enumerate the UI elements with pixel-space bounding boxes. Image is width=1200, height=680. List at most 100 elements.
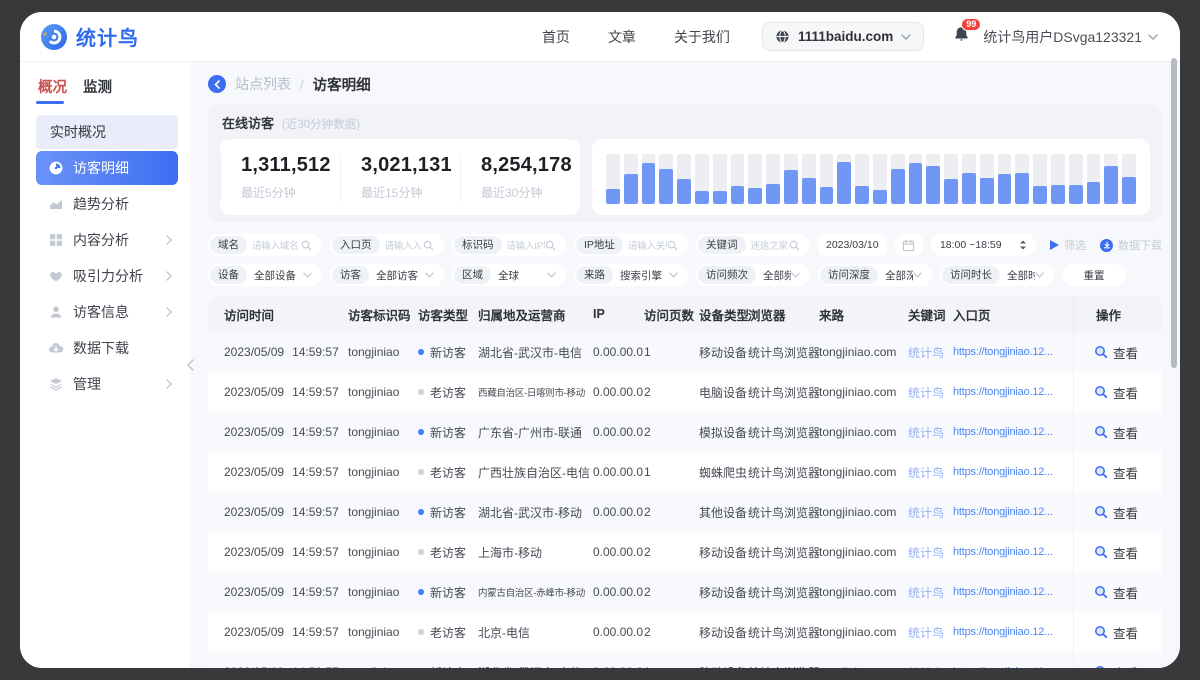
filter-label: 入口页: [332, 236, 380, 254]
table-row[interactable]: 2023/05/09 14:59:57 tongjiniao 新访客 湖北省-武…: [208, 652, 1162, 668]
filter-select-pill[interactable]: 来路 搜索引擎: [574, 264, 688, 286]
site-selector[interactable]: 1111baidu.com: [762, 22, 924, 51]
date-filter[interactable]: 2023/03/10: [818, 234, 887, 256]
column-header: IP: [593, 296, 644, 332]
view-button[interactable]: 查看: [1094, 423, 1138, 442]
cell-entry-link[interactable]: https://tongjiniao.12...: [953, 666, 1073, 668]
cell-entry-link[interactable]: https://tongjiniao.12...: [953, 626, 1073, 638]
sidebar-menu: 实时概况 访客明细 趋势分析 内容分析 吸引力分析: [36, 115, 178, 401]
cell-keyword-link[interactable]: 统计鸟: [908, 384, 953, 401]
cell-entry-link[interactable]: https://tongjiniao.12...: [953, 546, 1073, 558]
filter-search-pill[interactable]: IP地址 请输入关键词: [574, 234, 688, 256]
view-button[interactable]: 查看: [1094, 343, 1138, 362]
back-button[interactable]: [208, 75, 226, 93]
cell-entry-link[interactable]: https://tongjiniao.12...: [953, 426, 1073, 438]
filter-select-pill[interactable]: 访问频次 全部频次: [696, 264, 810, 286]
table-row[interactable]: 2023/05/09 14:59:57 tongjiniao 老访客 北京-电信…: [208, 612, 1162, 652]
filter-select-pill[interactable]: 区域 全球: [452, 264, 566, 286]
chart-bar-fill: [1069, 185, 1083, 205]
cell-entry-link[interactable]: https://tongjiniao.12...: [953, 506, 1073, 518]
visit-date: 2023/05/09: [224, 505, 284, 519]
sidebar-item-realtime-overview[interactable]: 实时概况: [36, 115, 178, 149]
table-row[interactable]: 2023/05/09 14:59:57 tongjiniao 老访客 上海市-移…: [208, 532, 1162, 572]
sidebar-item-content-analysis[interactable]: 内容分析: [36, 223, 178, 257]
chart-bar: [1015, 154, 1029, 204]
cell-entry-link[interactable]: https://tongjiniao.12...: [953, 466, 1073, 478]
filter-select-pill[interactable]: 访客 全部访客: [330, 264, 444, 286]
chart-bar: [855, 154, 869, 204]
cell-visit-time: 2023/05/09 14:59:57: [224, 585, 348, 599]
notifications-bell[interactable]: 99: [952, 25, 971, 49]
tab-monitor[interactable]: 监测: [83, 76, 112, 97]
cell-keyword-link[interactable]: 统计鸟: [908, 424, 953, 441]
sidebar-item-manage[interactable]: 管理: [36, 367, 178, 401]
cell-visitor-type: 老访客: [418, 464, 478, 481]
sidebar-item-visitor-detail[interactable]: 访客明细: [36, 151, 178, 185]
filter-search-pill[interactable]: 关键词 迷途之家早的...: [696, 234, 810, 256]
sidebar-item-trend-analysis[interactable]: 趋势分析: [36, 187, 178, 221]
cell-device: 移动设备: [699, 544, 748, 561]
user-menu[interactable]: 统计鸟用户DSvga123321: [983, 27, 1158, 47]
view-button[interactable]: 查看: [1094, 503, 1138, 522]
filter-submit-button[interactable]: 筛选: [1050, 237, 1086, 253]
filter-select-pill[interactable]: 访问深度 全部深度: [818, 264, 932, 286]
calendar-button[interactable]: [895, 234, 923, 256]
cloud-download-icon: [48, 340, 64, 356]
chart-bar-fill: [998, 174, 1012, 204]
cell-ip: 0.00.00.0: [593, 545, 644, 559]
filter-search-pill[interactable]: 入口页 请输入入口页网址: [330, 234, 444, 256]
cell-keyword-link[interactable]: 统计鸟: [908, 544, 953, 561]
reset-button[interactable]: 重置: [1062, 264, 1126, 286]
cell-keyword-link[interactable]: 统计鸟: [908, 584, 953, 601]
table-row[interactable]: 2023/05/09 14:59:57 tongjiniao 新访客 湖北省-武…: [208, 332, 1162, 372]
nav-item[interactable]: 文章: [608, 27, 636, 47]
cell-keyword-link[interactable]: 统计鸟: [908, 344, 953, 361]
breadcrumb-site-list[interactable]: 站点列表: [235, 74, 291, 94]
table-row[interactable]: 2023/05/09 14:59:57 tongjiniao 老访客 广西壮族自…: [208, 452, 1162, 492]
cell-entry-link[interactable]: https://tongjiniao.12...: [953, 386, 1073, 398]
cell-keyword-link[interactable]: 统计鸟: [908, 664, 953, 669]
logo[interactable]: 统计鸟: [40, 22, 139, 51]
online-panel-cards: 1,311,512 最近5分钟 3,021,131 最近15分钟 8,254,1…: [220, 139, 1150, 215]
chevron-down-icon: [1148, 34, 1158, 40]
visit-clock: 14:59:57: [292, 505, 339, 519]
nav-item[interactable]: 首页: [542, 27, 570, 47]
vertical-scrollbar-thumb[interactable]: [1171, 58, 1177, 368]
sidebar-item-visitor-info[interactable]: 访客信息: [36, 295, 178, 329]
magnifier-icon: [1094, 545, 1108, 559]
filter-search-pill[interactable]: 域名 请输入域名: [208, 234, 322, 256]
table-row[interactable]: 2023/05/09 14:59:57 tongjiniao 新访客 广东省-广…: [208, 412, 1162, 452]
cell-keyword-link[interactable]: 统计鸟: [908, 464, 953, 481]
chart-bar: [713, 154, 727, 204]
table-row[interactable]: 2023/05/09 14:59:57 tongjiniao 新访客 内蒙古自治…: [208, 572, 1162, 612]
cell-keyword-link[interactable]: 统计鸟: [908, 624, 953, 641]
view-button[interactable]: 查看: [1094, 623, 1138, 642]
table-row[interactable]: 2023/05/09 14:59:57 tongjiniao 新访客 湖北省-武…: [208, 492, 1162, 532]
cell-visit-time: 2023/05/09 14:59:57: [224, 545, 348, 559]
cell-entry-link[interactable]: https://tongjiniao.12...: [953, 346, 1073, 358]
sidebar-item-data-download[interactable]: 数据下载: [36, 331, 178, 365]
visitor-type-text: 老访客: [430, 464, 466, 481]
cell-entry-link[interactable]: https://tongjiniao.12...: [953, 586, 1073, 598]
data-download-button[interactable]: 数据下载: [1100, 237, 1162, 253]
filter-select-pill[interactable]: 访问时长 全部时长: [940, 264, 1054, 286]
filter-search-pill[interactable]: 标识码 请输入IP地址: [452, 234, 566, 256]
filter-select-pill[interactable]: 设备 全部设备: [208, 264, 322, 286]
sidebar-collapse-handle[interactable]: [183, 354, 197, 376]
cell-visit-time: 2023/05/09 14:59:57: [224, 665, 348, 668]
time-range-filter[interactable]: 18:00 ~18:59: [931, 234, 1036, 256]
view-button[interactable]: 查看: [1094, 583, 1138, 602]
view-button[interactable]: 查看: [1094, 543, 1138, 562]
chart-bar-fill: [909, 163, 923, 205]
filter-selected-value: 全部设备: [254, 268, 303, 283]
sidebar-item-attraction-analysis[interactable]: 吸引力分析: [36, 259, 178, 293]
table-row[interactable]: 2023/05/09 14:59:57 tongjiniao 老访客 西藏自治区…: [208, 372, 1162, 412]
tab-overview[interactable]: 概况: [38, 76, 67, 97]
cell-keyword-link[interactable]: 统计鸟: [908, 504, 953, 521]
view-button[interactable]: 查看: [1094, 383, 1138, 402]
view-button[interactable]: 查看: [1094, 463, 1138, 482]
cell-region: 湖北省-武汉市-电信: [478, 664, 593, 669]
sidebar-item-label: 内容分析: [73, 230, 129, 250]
nav-item[interactable]: 关于我们: [674, 27, 730, 47]
view-button[interactable]: 查看: [1094, 663, 1138, 669]
